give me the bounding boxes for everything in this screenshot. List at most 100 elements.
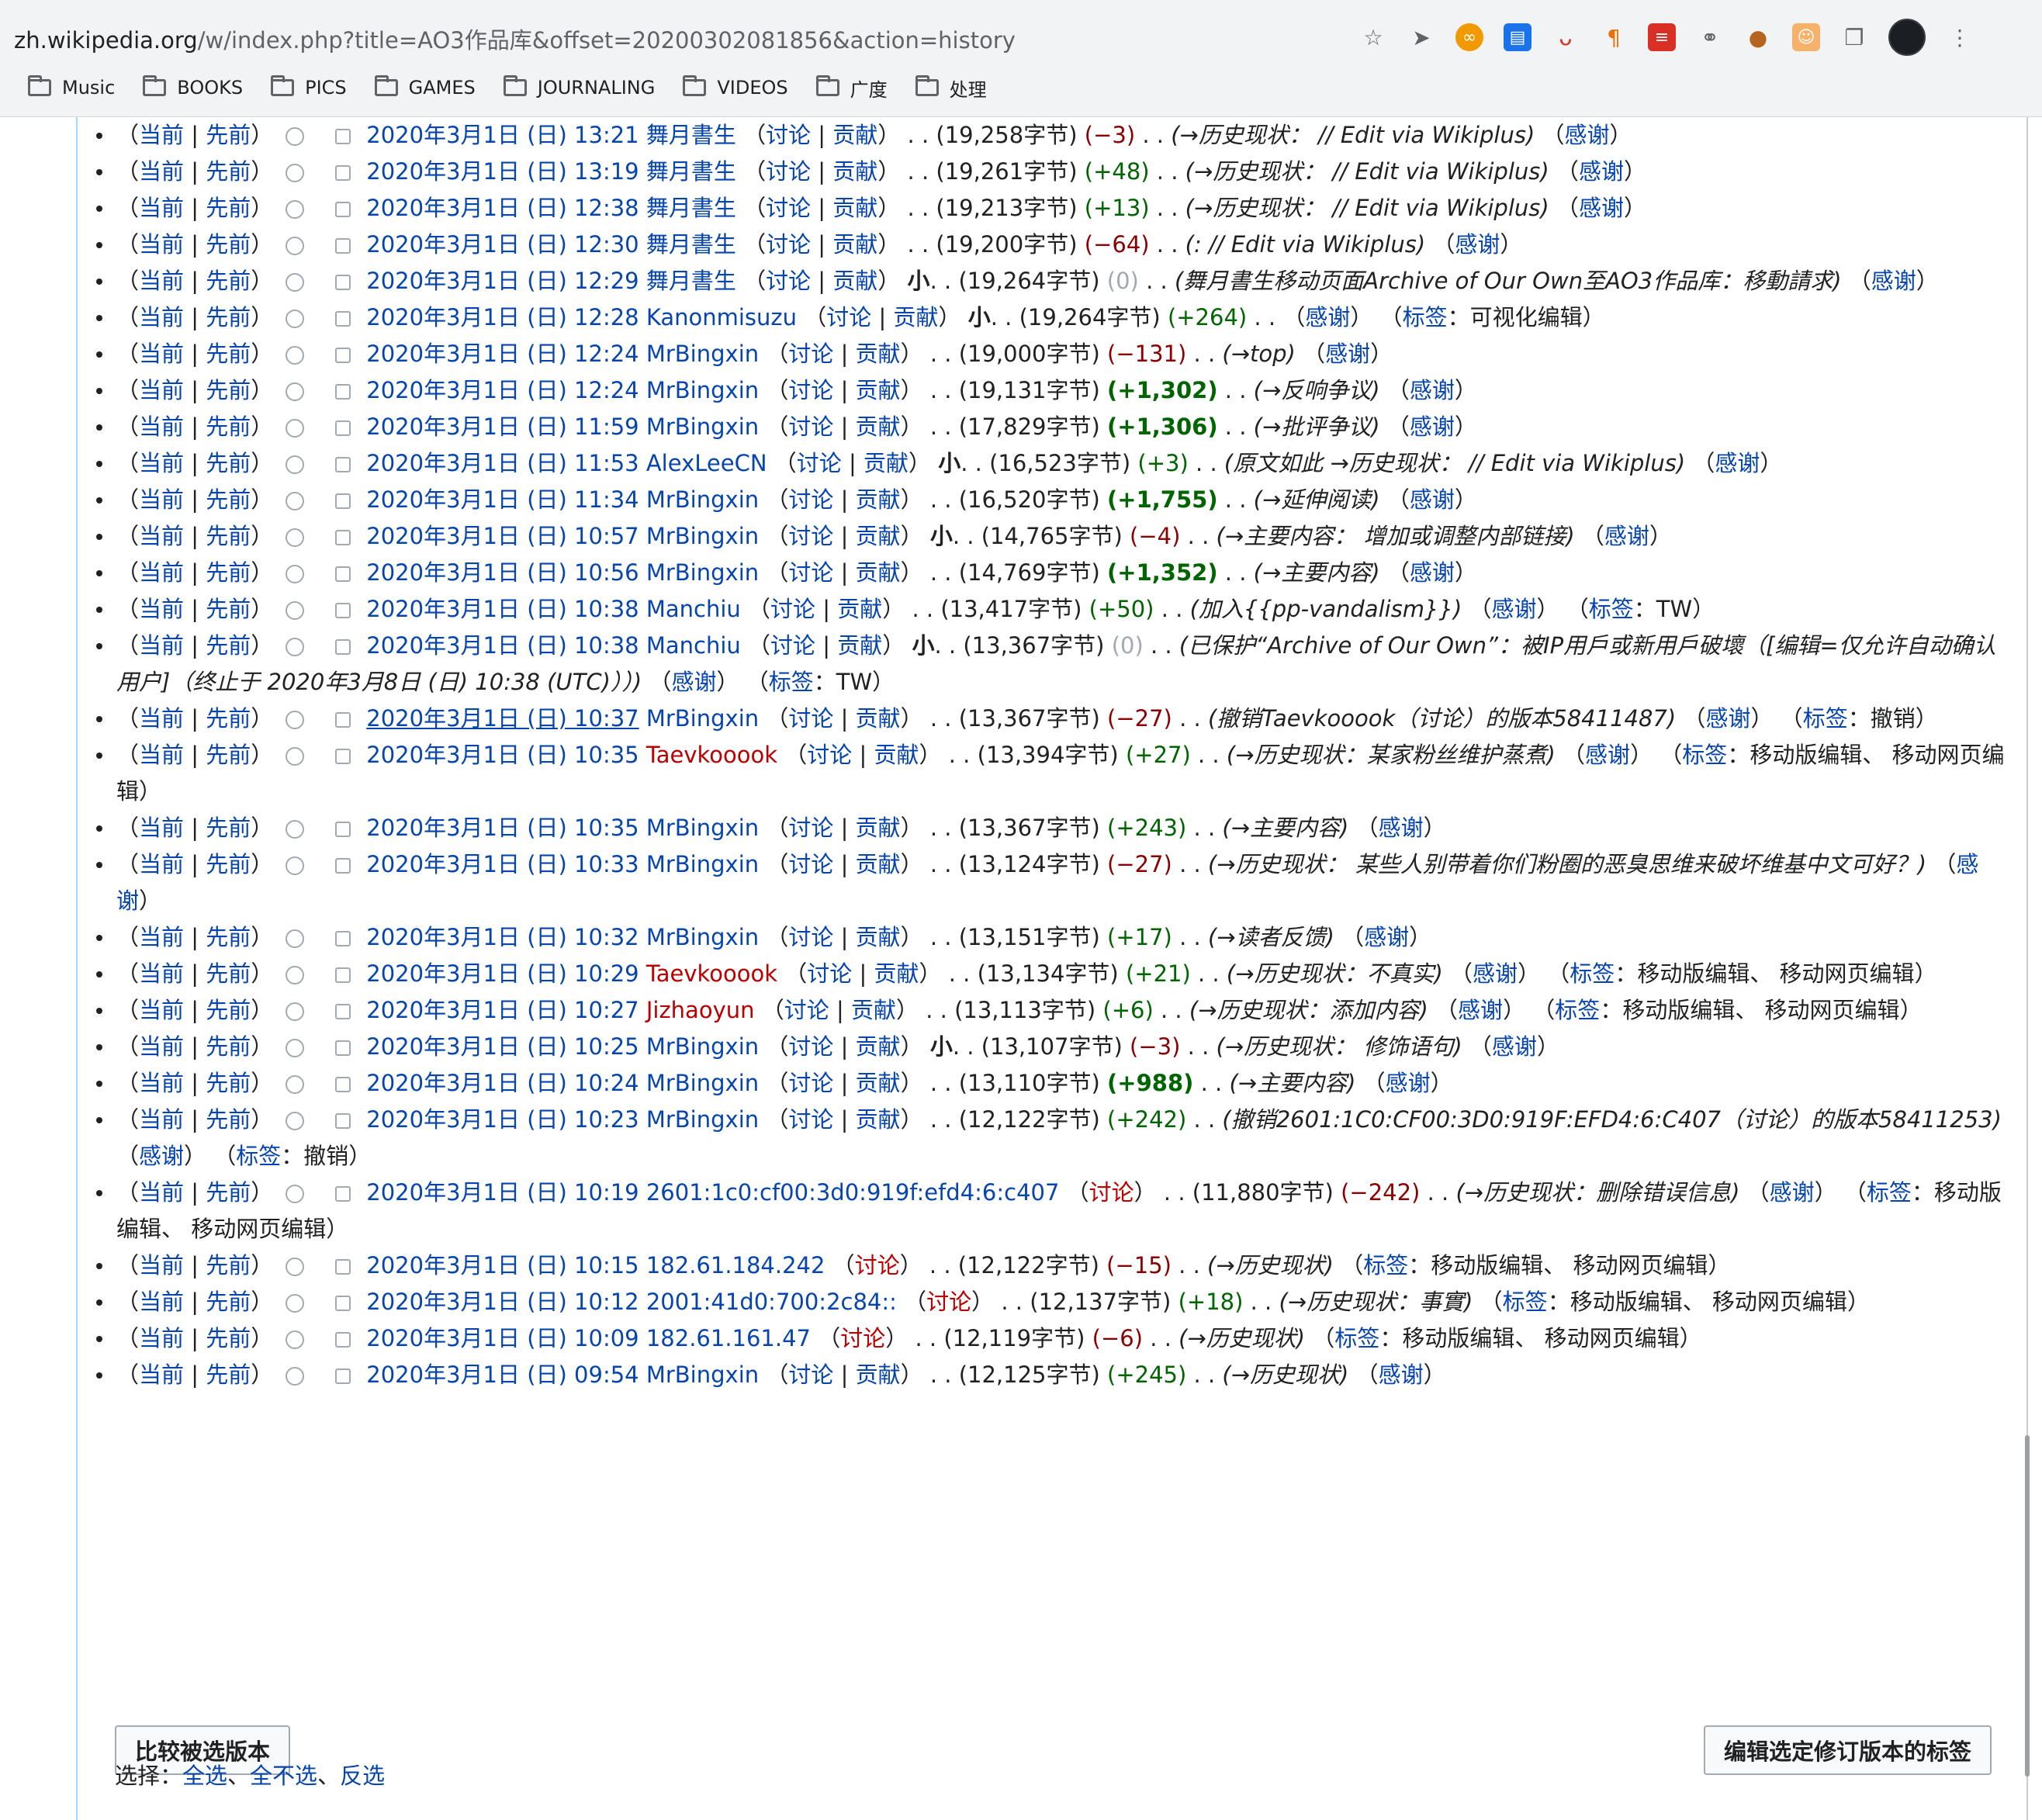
contribs-link[interactable]: 贡献 <box>832 122 877 148</box>
contribs-link[interactable]: 贡献 <box>856 851 901 877</box>
contribs-link[interactable]: 贡献 <box>856 705 901 732</box>
revision-date-link[interactable]: 2020年3月1日 (日) 10:12 <box>366 1289 639 1315</box>
talk-link[interactable]: 讨论 <box>770 596 815 622</box>
prev-link[interactable]: 先前 <box>206 1289 251 1315</box>
prev-link[interactable]: 先前 <box>206 304 251 330</box>
thank-link[interactable]: 感谢 <box>1458 997 1503 1023</box>
revision-checkbox[interactable] <box>335 712 351 728</box>
talk-link[interactable]: 讨论 <box>826 304 871 330</box>
tags-link[interactable]: 标签 <box>236 1143 281 1169</box>
cur-link[interactable]: 当前 <box>139 1033 184 1060</box>
revision-date-link[interactable]: 2020年3月1日 (日) 10:27 <box>366 997 639 1023</box>
cur-link[interactable]: 当前 <box>139 523 184 549</box>
pilcrow-extension-icon[interactable]: ¶ <box>1600 23 1628 51</box>
contribs-link[interactable]: 贡献 <box>856 924 901 950</box>
cur-link[interactable]: 当前 <box>139 231 184 258</box>
prev-link[interactable]: 先前 <box>206 559 251 586</box>
talk-link[interactable]: 讨论 <box>788 1070 833 1096</box>
user-link[interactable]: Jizhaoyun <box>646 997 755 1023</box>
cur-link[interactable]: 当前 <box>139 742 184 768</box>
revision-checkbox[interactable] <box>335 165 351 181</box>
cur-link[interactable]: 当前 <box>139 1070 184 1096</box>
revision-radio[interactable] <box>286 1258 305 1276</box>
talk-link[interactable]: 讨论 <box>788 1033 833 1060</box>
thank-link[interactable]: 感谢 <box>1604 523 1649 549</box>
prev-link[interactable]: 先前 <box>206 997 251 1023</box>
user-link[interactable]: MrBingxin <box>646 341 759 367</box>
revision-radio[interactable] <box>286 565 305 583</box>
thank-link[interactable]: 感谢 <box>1473 960 1518 987</box>
revision-date-link[interactable]: 2020年3月1日 (日) 10:19 <box>366 1179 639 1206</box>
prev-link[interactable]: 先前 <box>206 1325 251 1351</box>
cur-link[interactable]: 当前 <box>139 815 184 841</box>
revision-checkbox[interactable] <box>335 493 351 509</box>
tags-link[interactable]: 标签 <box>1682 742 1727 768</box>
contribs-link[interactable]: 贡献 <box>893 304 938 330</box>
talk-link[interactable]: 讨论 <box>797 450 842 476</box>
edit-tags-button[interactable]: 编辑选定修订版本的标签 <box>1704 1725 1992 1775</box>
revision-date-link[interactable]: 2020年3月1日 (日) 10:35 <box>366 742 639 768</box>
book-extension-icon[interactable]: ▤ <box>1504 23 1532 51</box>
revision-checkbox[interactable] <box>335 1077 351 1092</box>
revision-checkbox[interactable] <box>335 311 351 327</box>
user-link[interactable]: MrBingxin <box>646 486 759 513</box>
contribs-link[interactable]: 贡献 <box>856 1070 901 1096</box>
revision-checkbox[interactable] <box>335 1368 351 1384</box>
revision-radio[interactable] <box>286 273 305 292</box>
revision-radio[interactable] <box>286 1002 305 1021</box>
revision-date-link[interactable]: 2020年3月1日 (日) 12:30 <box>366 231 639 258</box>
prev-link[interactable]: 先前 <box>206 413 251 440</box>
bookmark-videos[interactable]: VIDEOS <box>683 75 788 99</box>
user-link[interactable]: MrBingxin <box>646 815 759 841</box>
prev-link[interactable]: 先前 <box>206 596 251 622</box>
revision-radio[interactable] <box>286 1039 305 1057</box>
tags-link[interactable]: 标签 <box>1363 1252 1408 1278</box>
contribs-link[interactable]: 贡献 <box>851 997 896 1023</box>
talk-link[interactable]: 讨论 <box>926 1289 971 1315</box>
revision-date-link[interactable]: 2020年3月1日 (日) 11:34 <box>366 486 639 513</box>
revision-date-link[interactable]: 2020年3月1日 (日) 10:38 <box>366 596 639 622</box>
revision-date-link[interactable]: 2020年3月1日 (日) 10:29 <box>366 960 639 987</box>
contribs-link[interactable]: 贡献 <box>856 341 901 367</box>
talk-link[interactable]: 讨论 <box>788 815 833 841</box>
bookmark-journaling[interactable]: JOURNALING <box>503 75 655 99</box>
revision-radio[interactable] <box>286 382 305 401</box>
cur-link[interactable]: 当前 <box>139 851 184 877</box>
revision-checkbox[interactable] <box>335 384 351 400</box>
robot-extension-icon[interactable]: ☺ <box>1792 23 1820 51</box>
revision-checkbox[interactable] <box>335 967 351 983</box>
prev-link[interactable]: 先前 <box>206 1033 251 1060</box>
cur-link[interactable]: 当前 <box>139 924 184 950</box>
select-none-link[interactable]: 全不选 <box>250 1763 317 1789</box>
revision-date-link[interactable]: 2020年3月1日 (日) 11:59 <box>366 413 639 440</box>
prev-link[interactable]: 先前 <box>206 1362 251 1388</box>
thank-link[interactable]: 感谢 <box>1871 268 1916 294</box>
prev-link[interactable]: 先前 <box>206 1179 251 1206</box>
thank-link[interactable]: 感谢 <box>1705 705 1750 732</box>
select-invert-link[interactable]: 反选 <box>340 1763 385 1789</box>
thank-link[interactable]: 感谢 <box>1386 1070 1431 1096</box>
thank-link[interactable]: 感谢 <box>1492 1033 1537 1060</box>
revision-checkbox[interactable] <box>335 202 351 217</box>
menu-kebab-icon[interactable]: ⋮ <box>1946 23 1974 51</box>
contribs-link[interactable]: 贡献 <box>856 1033 901 1060</box>
revision-radio[interactable] <box>286 455 305 474</box>
thank-link[interactable]: 感谢 <box>1410 486 1455 513</box>
tags-link[interactable]: 标签 <box>1503 1289 1548 1315</box>
cur-link[interactable]: 当前 <box>139 559 184 586</box>
user-link[interactable]: Manchiu <box>646 632 741 659</box>
link-extension-icon[interactable]: ⚭ <box>1696 23 1724 51</box>
thank-link[interactable]: 感谢 <box>1325 341 1370 367</box>
revision-radio[interactable] <box>286 310 305 328</box>
user-link[interactable]: MrBingxin <box>646 559 759 586</box>
revision-radio[interactable] <box>286 856 305 875</box>
revision-checkbox[interactable] <box>335 238 351 254</box>
thank-link[interactable]: 感谢 <box>671 669 716 695</box>
talk-link[interactable]: 讨论 <box>770 632 815 659</box>
revision-date-link[interactable]: 2020年3月1日 (日) 10:23 <box>366 1106 639 1133</box>
revision-checkbox[interactable] <box>335 129 351 144</box>
cur-link[interactable]: 当前 <box>139 122 184 148</box>
revision-radio[interactable] <box>286 929 305 948</box>
talk-link[interactable]: 讨论 <box>766 122 811 148</box>
prev-link[interactable]: 先前 <box>206 851 251 877</box>
